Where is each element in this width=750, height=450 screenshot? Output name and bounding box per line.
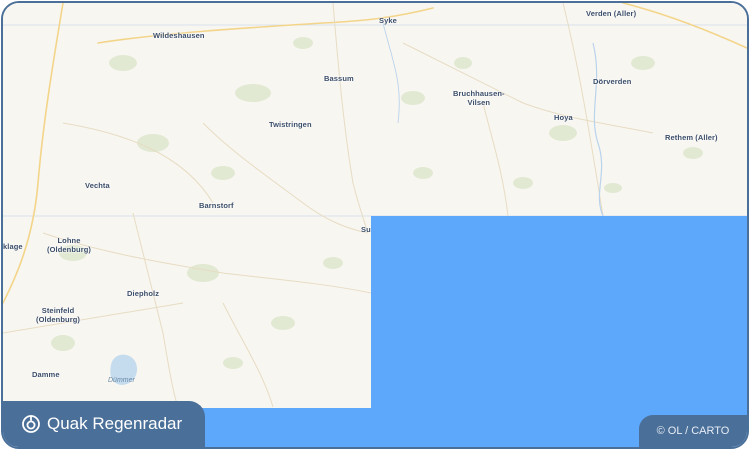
place-twistringen: Twistringen [269, 120, 312, 129]
place-rethem: Rethem (Aller) [665, 133, 718, 142]
place-syke: Syke [379, 16, 397, 25]
place-bruchhausen-line2: Vilsen [467, 98, 491, 107]
place-vechta: Vechta [85, 181, 110, 190]
lake-label: Dümmer [108, 377, 135, 384]
map-attribution[interactable]: © OL / CARTO [639, 415, 747, 447]
place-hoya: Hoya [554, 113, 573, 122]
place-damme: Damme [32, 370, 60, 379]
place-bruchhausen: Bruchhausen- Vilsen [453, 89, 505, 107]
place-lohne: Lohne (Oldenburg) [47, 236, 91, 254]
place-diepholz: Diepholz [127, 289, 160, 298]
place-sulingen: Su [361, 225, 371, 234]
place-bassum: Bassum [324, 74, 354, 83]
brand-badge[interactable]: Quak Regenradar [3, 401, 205, 447]
radar-icon [22, 415, 40, 433]
place-lohne-line1: Lohne [57, 236, 81, 245]
place-steinfeld-line1: Steinfeld [41, 306, 75, 315]
place-wildeshausen: Wildeshausen [153, 31, 205, 40]
place-steinfeld: Steinfeld (Oldenburg) [36, 306, 80, 324]
place-lohne-line2: (Oldenburg) [47, 245, 92, 254]
radar-overlay-upper [371, 216, 747, 411]
place-steinfeld-line2: (Oldenburg) [36, 315, 81, 324]
place-bruchhausen-line1: Bruchhausen- [453, 89, 505, 98]
attribution-text: © OL / CARTO [656, 425, 730, 437]
place-verden: Verden (Aller) [586, 9, 637, 18]
place-klage: klage [3, 242, 23, 251]
place-doerverden: Dörverden [593, 77, 632, 86]
place-barnstorf: Barnstorf [199, 201, 234, 210]
map-frame: Wildeshausen Syke Verden (Aller) Bassum … [1, 1, 749, 449]
brand-name: Quak Regenradar [47, 414, 183, 433]
